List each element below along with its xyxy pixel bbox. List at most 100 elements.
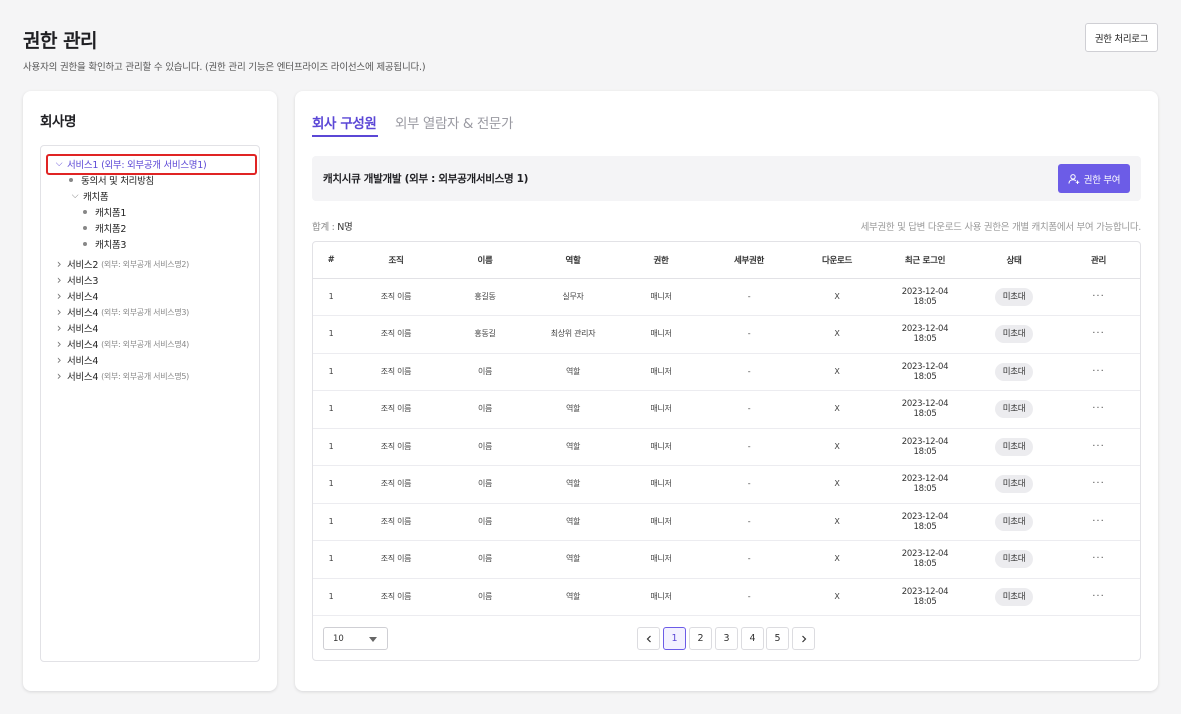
chevron-down-icon[interactable]: ⌵	[69, 191, 81, 201]
table-row[interactable]: 1 조직 이름 이름 역할 매니저 - X 2023-12-04 18:05 미초대 ···	[313, 465, 1140, 504]
tree-item[interactable]: 캐치폼1	[83, 204, 126, 220]
cell-download: X	[795, 315, 879, 354]
chevron-right-icon[interactable]: ›	[53, 337, 65, 351]
more-options-icon[interactable]: ···	[1092, 403, 1105, 414]
last-login-date: 2023-12-04	[901, 586, 949, 597]
cell-status: 미초대	[971, 428, 1057, 466]
chevron-right-icon[interactable]: ›	[53, 305, 65, 319]
more-options-icon[interactable]: ···	[1092, 366, 1105, 377]
cell-name: 이름	[443, 465, 527, 504]
table-row[interactable]: 1 조직 이름 이름 역할 매니저 - X 2023-12-04 18:05 미초대 ···	[313, 428, 1140, 466]
cell-org: 조직 이름	[349, 353, 443, 391]
table-row[interactable]: 1 조직 이름 홍길동 실무자 매니저 - X 2023-12-04 18:05 미초대 ···	[313, 278, 1140, 316]
page-number-button[interactable]: 5	[766, 627, 789, 650]
tree-item[interactable]: › 서비스4	[53, 320, 99, 336]
status-badge: 미초대	[994, 587, 1034, 606]
chevron-right-icon[interactable]: ›	[53, 369, 65, 383]
member-table: # 조직 이름 역할 권한 세부권한 다운로드 최근 로그인 상태 관리 1 조직 이름 홍길동 실무자…	[312, 241, 1141, 661]
chevron-right-icon[interactable]: ›	[53, 321, 65, 335]
tree-item[interactable]: › 서비스4 (외부: 외부공개 서비스명4)	[53, 336, 190, 352]
last-login-time: 18:05	[913, 596, 937, 607]
table-row[interactable]: 1 조직 이름 이름 역할 매니저 - X 2023-12-04 18:05 미초대 ···	[313, 540, 1140, 579]
cell-manage: ···	[1057, 465, 1140, 504]
tree-item[interactable]: 캐치폼3	[83, 236, 126, 252]
chevron-right-icon[interactable]: ›	[53, 289, 65, 303]
column-header: 이름	[443, 242, 527, 279]
more-options-icon[interactable]: ···	[1092, 328, 1105, 339]
table-row[interactable]: 1 조직 이름 이름 역할 매니저 - X 2023-12-04 18:05 미초대 ···	[313, 353, 1140, 391]
cell-name: 이름	[443, 390, 527, 429]
cell-download: X	[795, 503, 879, 541]
chevron-right-icon[interactable]: ›	[53, 273, 65, 287]
cell-detail: -	[703, 428, 795, 466]
last-login-time: 18:05	[913, 484, 937, 495]
service-header-bar: 캐치시큐 개발개발 (외부 : 외부공개서비스명 1) 권한 부여	[312, 156, 1141, 201]
service-tree: ⌵ 서비스1 (외부: 외부공개 서비스명1) 동의서 및 처리방침 ⌵ 캐치폼 캐치폼1 캐…	[40, 145, 260, 662]
page-title: 권한 관리	[23, 30, 98, 52]
cell-status: 미초대	[971, 390, 1057, 429]
more-options-icon[interactable]: ···	[1092, 441, 1105, 452]
cell-detail: -	[703, 278, 795, 316]
permission-note: 세부권한 및 답변 다운로드 사용 권한은 개별 캐치폼에서 부여 가능합니다.	[860, 222, 1142, 233]
prev-page-button[interactable]	[637, 627, 660, 650]
table-row[interactable]: 1 조직 이름 이름 역할 매니저 - X 2023-12-04 18:05 미초대 ···	[313, 390, 1140, 429]
cell-status: 미초대	[971, 278, 1057, 316]
cell-perm: 매니저	[619, 390, 703, 429]
more-options-icon[interactable]: ···	[1092, 553, 1105, 564]
tree-item[interactable]: ⌵ 서비스1 (외부: 외부공개 서비스명1)	[53, 156, 207, 172]
next-page-button[interactable]	[792, 627, 815, 650]
table-row[interactable]: 1 조직 이름 이름 역할 매니저 - X 2023-12-04 18:05 미초대 ···	[313, 503, 1140, 541]
member-panel: 회사 구성원 외부 열람자 & 전문가 캐치시큐 개발개발 (외부 : 외부공개…	[295, 91, 1158, 691]
tree-item[interactable]: › 서비스3	[53, 272, 99, 288]
chevron-down-icon[interactable]: ⌵	[53, 159, 65, 169]
tree-item[interactable]: 동의서 및 처리방침	[69, 172, 154, 188]
chevron-right-icon[interactable]: ›	[53, 353, 65, 367]
chevron-left-icon	[646, 635, 651, 642]
cell-manage: ···	[1057, 503, 1140, 541]
tree-item[interactable]: › 서비스2 (외부: 외부공개 서비스명2)	[53, 256, 190, 272]
cell-download: X	[795, 465, 879, 504]
cell-no: 1	[313, 428, 349, 466]
cell-org: 조직 이름	[349, 428, 443, 466]
permission-log-button[interactable]: 권한 처리로그	[1085, 23, 1158, 52]
last-login-time: 18:05	[913, 559, 937, 570]
column-header: 권한	[619, 242, 703, 279]
tree-item-external-name: (외부: 외부공개 서비스명2)	[101, 259, 189, 269]
tree-item-label: 캐치폼1	[95, 208, 127, 219]
page-number-button[interactable]: 4	[741, 627, 764, 650]
tab-external-viewers[interactable]: 외부 열람자 & 전문가	[395, 112, 513, 132]
cell-role: 역할	[527, 578, 619, 616]
last-login-date: 2023-12-04	[901, 324, 949, 335]
cell-detail: -	[703, 353, 795, 391]
more-options-icon[interactable]: ···	[1092, 478, 1105, 489]
more-options-icon[interactable]: ···	[1092, 291, 1105, 302]
table-row[interactable]: 1 조직 이름 이름 역할 매니저 - X 2023-12-04 18:05 미초대 ···	[313, 578, 1140, 616]
page-number-button[interactable]: 1	[663, 627, 686, 650]
tree-item-label: 서비스4	[67, 324, 99, 335]
page-size-select[interactable]: 10	[323, 627, 388, 650]
column-header: 역할	[527, 242, 619, 279]
cell-perm: 매니저	[619, 578, 703, 616]
cell-last-login: 2023-12-04 18:05	[879, 390, 971, 429]
more-options-icon[interactable]: ···	[1092, 591, 1105, 602]
more-options-icon[interactable]: ···	[1092, 516, 1105, 527]
chevron-right-icon[interactable]: ›	[53, 257, 65, 271]
tree-item[interactable]: › 서비스4	[53, 352, 99, 368]
last-login-date: 2023-12-04	[901, 436, 949, 447]
page-description: 사용자의 권한을 확인하고 관리할 수 있습니다. (권한 관리 기능은 엔터프…	[23, 62, 426, 73]
tab-company-members[interactable]: 회사 구성원	[312, 112, 377, 132]
status-badge: 미초대	[994, 512, 1034, 531]
company-tree-panel: 회사명 ⌵ 서비스1 (외부: 외부공개 서비스명1) 동의서 및 처리방침 ⌵ 캐치폼 캐…	[23, 91, 277, 691]
tree-item[interactable]: 캐치폼2	[83, 220, 126, 236]
page-number-button[interactable]: 3	[715, 627, 738, 650]
cell-perm: 매니저	[619, 278, 703, 316]
grant-permission-button[interactable]: 권한 부여	[1058, 164, 1130, 193]
table-row[interactable]: 1 조직 이름 홍동길 최상위 관리자 매니저 - X 2023-12-04 18:05 미초대 ·…	[313, 315, 1140, 354]
tree-item[interactable]: › 서비스4 (외부: 외부공개 서비스명3)	[53, 304, 190, 320]
tree-item[interactable]: ⌵ 캐치폼	[69, 188, 109, 204]
page-number-button[interactable]: 2	[689, 627, 712, 650]
tree-item[interactable]: › 서비스4	[53, 288, 99, 304]
tree-item[interactable]: › 서비스4 (외부: 외부공개 서비스명5)	[53, 368, 190, 384]
tree-item-label: 서비스4	[67, 372, 99, 383]
cell-role: 역할	[527, 353, 619, 391]
